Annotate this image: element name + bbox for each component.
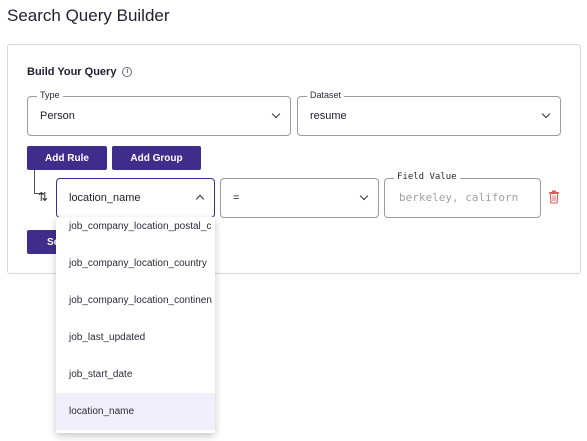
dropdown-option[interactable]: job_company_location_postal_c <box>56 217 215 245</box>
page-title: Search Query Builder <box>7 6 170 25</box>
rule-field-value-input[interactable]: Field Value berkeley, californ <box>384 172 541 218</box>
trash-icon[interactable] <box>548 190 560 204</box>
chevron-up-icon <box>195 194 205 204</box>
heading-label: Build Your Query <box>27 66 117 78</box>
chevron-down-icon <box>541 109 551 119</box>
rule-field-value: location_name <box>69 192 141 204</box>
reorder-arrows-icon[interactable]: ⇅ <box>38 190 48 204</box>
rule-field-select[interactable]: location_name <box>56 178 215 218</box>
chevron-down-icon <box>359 191 369 201</box>
dataset-select[interactable]: Dataset resume <box>297 90 561 136</box>
dropdown-option-selected[interactable]: location_name <box>56 393 215 430</box>
field-value-placeholder: berkeley, californ <box>399 191 519 204</box>
dropdown-option[interactable]: job_company_location_continen <box>56 282 215 319</box>
dropdown-option[interactable]: job_company_location_country <box>56 245 215 282</box>
card-heading: Build Your Query i <box>27 66 133 78</box>
add-group-button[interactable]: Add Group <box>112 146 201 170</box>
dropdown-option[interactable]: job_start_date <box>56 356 215 393</box>
type-legend: Type <box>37 90 63 100</box>
rule-operator-select[interactable]: = <box>220 178 379 218</box>
field-options-dropdown: job_company_location_postal_c job_compan… <box>56 217 215 433</box>
rule-operator-value: = <box>233 192 240 204</box>
dataset-value: resume <box>310 110 347 122</box>
field-value-legend: Field Value <box>394 172 460 182</box>
info-icon[interactable]: i <box>122 67 133 77</box>
type-select[interactable]: Type Person <box>27 90 291 136</box>
dataset-legend: Dataset <box>307 90 345 100</box>
add-rule-button[interactable]: Add Rule <box>27 146 107 170</box>
chevron-down-icon <box>271 109 281 119</box>
type-value: Person <box>40 110 75 122</box>
dropdown-option[interactable]: job_last_updated <box>56 319 215 356</box>
